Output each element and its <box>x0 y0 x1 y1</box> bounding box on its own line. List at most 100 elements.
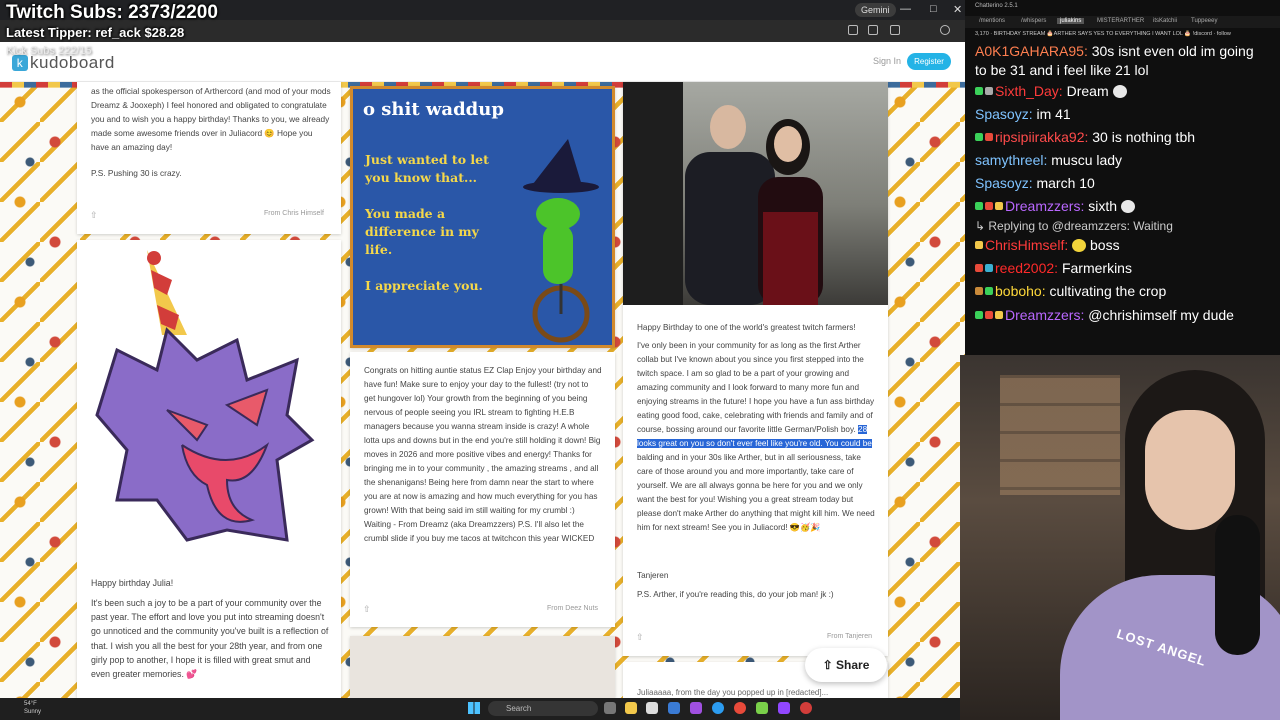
image-title: o shit waddup <box>363 99 504 120</box>
store-icon[interactable] <box>646 702 658 714</box>
chat-message: reed2002: Farmerkins <box>975 257 1275 280</box>
windows-start-icon[interactable] <box>468 702 480 714</box>
chat-message: boboho: cultivating the crop <box>975 280 1275 303</box>
chat-tab[interactable]: /mentions <box>979 18 1005 24</box>
chrome-icon[interactable] <box>734 702 746 714</box>
badge-icon <box>975 287 983 295</box>
kudo-card-image <box>350 636 615 698</box>
weather-widget[interactable]: 54°F Sunny <box>24 700 41 716</box>
chat-username[interactable]: Dreamzzers: <box>1005 307 1084 323</box>
card-author: From Deez Nuts <box>547 605 598 612</box>
badge-icon <box>985 202 993 210</box>
emote-icon <box>1112 85 1127 98</box>
app-icon[interactable] <box>800 702 812 714</box>
maximize-icon[interactable]: □ <box>930 3 937 15</box>
register-button[interactable]: Register <box>907 53 951 70</box>
kudo-card: as the official spokesperson of Artherco… <box>77 82 341 234</box>
taskbar-search[interactable]: Search <box>488 701 598 716</box>
chat-text: @chrishimself my dude <box>1088 307 1234 323</box>
chat-username[interactable]: Spasoyz: <box>975 106 1033 122</box>
card-signature: Tanjeren <box>637 571 669 580</box>
chat-message: ripsipiirakka92: 30 is nothing tbh <box>975 126 1275 149</box>
sign-in-link[interactable]: Sign In <box>873 56 901 66</box>
chat-username[interactable]: boboho: <box>995 283 1046 299</box>
badge-icon <box>985 133 993 141</box>
chat-username[interactable]: reed2002: <box>995 260 1058 276</box>
app-icon[interactable] <box>690 702 702 714</box>
tab-icon[interactable] <box>868 25 878 35</box>
app-icon[interactable] <box>668 702 680 714</box>
chat-message: A0K1GAHARA95: 30s isnt even old im going… <box>975 42 1265 80</box>
chat-tab-active[interactable]: juliakins <box>1057 18 1085 24</box>
chat-message: Dreamzzers: sixth <box>975 195 1275 218</box>
badge-icon <box>975 202 983 210</box>
badge-icon <box>975 241 983 249</box>
card-greeting: Happy Birthday to one of the world's gre… <box>637 323 856 332</box>
share-icon[interactable]: ⇧ <box>90 210 98 221</box>
couple-photo <box>623 82 888 305</box>
chat-username[interactable]: samythreel: <box>975 152 1047 168</box>
photo-people <box>623 82 823 305</box>
chat-username[interactable]: Dreamzzers: <box>1005 198 1084 214</box>
download-icon[interactable] <box>890 25 900 35</box>
profile-icon[interactable] <box>940 25 950 35</box>
twitch-icon[interactable] <box>778 702 790 714</box>
chat-message: Spasoyz: march 10 <box>975 172 1275 195</box>
edge-icon[interactable] <box>712 702 724 714</box>
task-view-icon[interactable] <box>604 702 616 714</box>
weather-temp: 54°F <box>24 701 37 707</box>
close-icon[interactable]: ✕ <box>953 3 962 16</box>
gemini-button[interactable]: Gemini <box>855 3 896 17</box>
microphone <box>1215 515 1260 655</box>
chat-message: Sixth_Day: Dream <box>975 80 1275 103</box>
card-title: Happy birthday Julia! <box>91 578 174 588</box>
reply-text: Replying to @dreamzzers: Waiting <box>988 219 1173 233</box>
chat-panel: Chatterino 2.5.1 /mentions /whispers jul… <box>965 0 1280 355</box>
app-icon[interactable] <box>756 702 768 714</box>
share-label: Share <box>836 658 870 672</box>
chat-text: 30 is nothing tbh <box>1092 129 1196 145</box>
share-button[interactable]: ⇧ Share <box>805 648 887 682</box>
message-text: I've only been in your community for as … <box>637 341 875 434</box>
badge-icon <box>975 133 983 141</box>
card-ps: P.S. Arther, if you're reading this, do … <box>637 590 834 599</box>
chat-message: ChrisHimself: boss <box>975 234 1275 257</box>
chat-text: sixth <box>1088 198 1118 214</box>
chat-username[interactable]: A0K1GAHARA95: <box>975 43 1088 59</box>
chat-tab[interactable]: MISTERARTHER <box>1097 18 1144 24</box>
chat-message: samythreel: muscu lady <box>975 149 1275 172</box>
card-message: I've only been in your community for as … <box>637 339 877 535</box>
latest-tipper: Latest Tipper: ref_ack $28.28 <box>6 25 185 40</box>
chat-username[interactable]: ChrisHimself: <box>985 237 1068 253</box>
card-message: Congrats on hitting auntie status EZ Cla… <box>364 366 602 543</box>
chat-message: Dreamzzers: @chrishimself my dude <box>975 306 1265 325</box>
badge-icon <box>985 87 993 95</box>
emote-icon <box>1120 200 1135 213</box>
chat-tab[interactable]: /whispers <box>1021 18 1046 24</box>
chat-tab[interactable]: Tuppeeey <box>1191 18 1217 24</box>
share-icon[interactable]: ⇧ <box>636 632 644 643</box>
extension-icon[interactable] <box>848 25 858 35</box>
card-ps: P.S. Pushing 30 is crazy. <box>91 168 182 178</box>
chat-username[interactable]: Spasoyz: <box>975 175 1033 191</box>
message-text: balding and in your 30s like Arther, but… <box>637 453 875 532</box>
browser-window: Gemini — □ ✕ k kudoboard Sign In Register… <box>0 0 965 698</box>
minimize-icon[interactable]: — <box>900 3 911 15</box>
background-shelf <box>1000 375 1120 495</box>
stream-screen: Gemini — □ ✕ k kudoboard Sign In Register… <box>0 0 1280 720</box>
chat-tab-bar: /mentions /whispers juliakins MISTERARTH… <box>965 16 1280 28</box>
chat-username[interactable]: Sixth_Day: <box>995 83 1063 99</box>
badge-icon <box>975 87 983 95</box>
file-explorer-icon[interactable] <box>625 702 637 714</box>
twitch-subs-counter: Twitch Subs: 2373/2200 <box>6 2 218 23</box>
share-icon[interactable]: ⇧ <box>363 604 371 615</box>
windows-taskbar: 54°F Sunny Search <box>0 698 965 720</box>
chat-reply-context: ↳ Replying to @dreamzzers: Waiting <box>975 218 1275 234</box>
badge-icon <box>985 287 993 295</box>
chat-username[interactable]: ripsipiirakka92: <box>995 129 1088 145</box>
chat-tab[interactable]: itsKatchii <box>1153 18 1177 24</box>
chat-app-title: Chatterino 2.5.1 <box>975 3 1018 9</box>
badge-icon <box>985 264 993 272</box>
chat-text: cultivating the crop <box>1049 283 1167 299</box>
streamer-face <box>1145 410 1235 530</box>
